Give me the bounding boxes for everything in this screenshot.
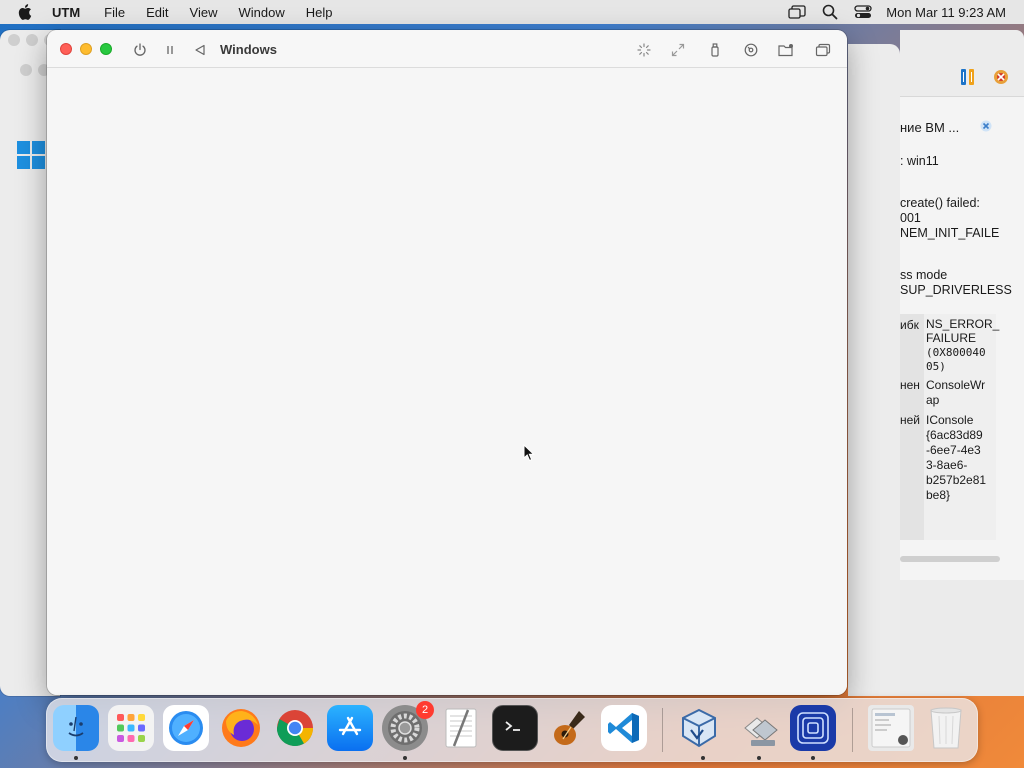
power-icon[interactable] bbox=[131, 41, 149, 59]
table-key-result: ибк bbox=[900, 318, 919, 332]
shared-folder-icon[interactable] bbox=[777, 41, 795, 59]
table-value-component-1: ConsoleWr bbox=[926, 378, 986, 392]
vm-discard-icon[interactable] bbox=[992, 68, 1010, 91]
launchpad-icon[interactable] bbox=[108, 705, 154, 751]
safari-icon[interactable] bbox=[163, 705, 209, 751]
utm-titlebar: Windows bbox=[47, 30, 847, 68]
menu-file[interactable]: File bbox=[104, 5, 125, 20]
virtualbox-running-indicator bbox=[701, 756, 705, 760]
menu-view[interactable]: View bbox=[190, 5, 218, 20]
vscode-icon[interactable] bbox=[601, 705, 647, 751]
close-window-button[interactable] bbox=[60, 43, 72, 55]
menu-help[interactable]: Help bbox=[306, 5, 333, 20]
settings-running-indicator bbox=[403, 756, 407, 760]
dock: 2 bbox=[46, 698, 978, 762]
chrome-icon[interactable] bbox=[272, 705, 318, 751]
table-value-interface-1: IConsole bbox=[926, 413, 974, 427]
trash-icon[interactable] bbox=[923, 705, 969, 751]
usb-drive-icon[interactable] bbox=[706, 41, 724, 59]
menu-clock[interactable]: Mon Mar 11 9:23 AM bbox=[886, 5, 1006, 20]
downloads-stack-icon[interactable] bbox=[868, 705, 914, 751]
virtualbox-icon[interactable] bbox=[676, 705, 722, 751]
table-value-interface-6: be8} bbox=[926, 488, 951, 502]
spinner-icon[interactable] bbox=[635, 41, 653, 59]
windows-switch-icon[interactable] bbox=[814, 41, 832, 59]
table-value-result-4: 05) bbox=[926, 360, 946, 373]
spotlight-search-icon[interactable] bbox=[822, 4, 838, 20]
mouse-cursor-icon bbox=[523, 443, 535, 467]
table-key-interface: ней bbox=[900, 413, 921, 427]
table-value-component-2: ap bbox=[926, 393, 940, 407]
dialog-title-fragment: ние ВМ ... bbox=[900, 120, 960, 135]
menu-app-name[interactable]: UTM bbox=[52, 5, 80, 20]
system-settings-icon[interactable]: 2 bbox=[382, 701, 434, 751]
screen-mirroring-icon[interactable] bbox=[788, 5, 806, 19]
vm-settings-icon[interactable] bbox=[960, 68, 976, 91]
finder-icon[interactable] bbox=[53, 705, 99, 751]
pause-icon[interactable] bbox=[161, 41, 179, 59]
error-line-1: create() failed: bbox=[900, 196, 980, 210]
garageband-icon[interactable] bbox=[547, 705, 593, 751]
apple-menu-icon[interactable] bbox=[18, 0, 38, 24]
finder-running-indicator bbox=[74, 756, 78, 760]
textedit-icon[interactable] bbox=[437, 705, 483, 751]
migration-running-indicator bbox=[757, 756, 761, 760]
vm-display-area[interactable] bbox=[47, 69, 847, 695]
back-triangle-icon[interactable] bbox=[191, 41, 209, 59]
error-line-3: NEM_INIT_FAILE bbox=[900, 226, 1000, 240]
close-error-icon[interactable] bbox=[980, 119, 992, 137]
dock-separator bbox=[662, 708, 663, 752]
menu-edit[interactable]: Edit bbox=[146, 5, 168, 20]
mode-line-1: ss mode bbox=[900, 268, 948, 282]
disk-drive-icon[interactable] bbox=[742, 41, 760, 59]
utm-app-icon[interactable] bbox=[790, 705, 836, 751]
window-controls bbox=[60, 43, 112, 55]
error-details-panel: ние ВМ ... : win11 create() failed: 001 … bbox=[900, 96, 1024, 594]
table-value-interface-2: {6ac83d89 bbox=[926, 428, 983, 442]
lower-panel bbox=[900, 580, 1024, 696]
table-value-interface-4: 3-8ae6- bbox=[926, 458, 968, 472]
error-line-2: 001 bbox=[900, 211, 921, 225]
table-value-result-3: (0X800040 bbox=[926, 346, 986, 359]
table-value-interface-5: b257b2e81 bbox=[926, 473, 987, 487]
windows-logo-icon bbox=[17, 141, 45, 174]
firefox-icon[interactable] bbox=[218, 705, 264, 751]
window-title: Windows bbox=[220, 42, 277, 57]
utm-vm-window: Windows bbox=[47, 30, 847, 695]
vm-name-line: : win11 bbox=[900, 154, 939, 168]
minimize-window-button[interactable] bbox=[80, 43, 92, 55]
utm-running-indicator bbox=[811, 756, 815, 760]
migration-assistant-icon[interactable] bbox=[736, 705, 782, 751]
table-value-result-2: FAILURE bbox=[926, 331, 977, 345]
terminal-icon[interactable] bbox=[492, 705, 538, 751]
virtualbox-error-window: ние ВМ ... : win11 create() failed: 001 … bbox=[900, 30, 1024, 696]
zoom-window-button[interactable] bbox=[100, 43, 112, 55]
app-store-icon[interactable] bbox=[327, 705, 373, 751]
mode-line-2: SUP_DRIVERLESS bbox=[900, 283, 1012, 297]
background-window-right bbox=[848, 44, 900, 696]
error-details-table: ибк нен ней NS_ERROR_ FAILURE (0X800040 … bbox=[900, 314, 1000, 540]
table-key-component: нен bbox=[900, 378, 920, 392]
table-value-result-1: NS_ERROR_ bbox=[926, 317, 1000, 331]
resize-arrows-icon[interactable] bbox=[669, 41, 687, 59]
horizontal-scrollbar[interactable] bbox=[900, 556, 1000, 562]
menu-window[interactable]: Window bbox=[238, 5, 284, 20]
control-center-icon[interactable] bbox=[854, 5, 872, 19]
background-window-lights-secondary bbox=[20, 64, 50, 76]
settings-update-badge: 2 bbox=[416, 701, 434, 719]
menu-bar: UTM File Edit View Window Help Mon Mar 1… bbox=[0, 0, 1024, 24]
table-value-interface-3: -6ee7-4e3 bbox=[926, 443, 981, 457]
dock-separator-right bbox=[852, 708, 853, 752]
